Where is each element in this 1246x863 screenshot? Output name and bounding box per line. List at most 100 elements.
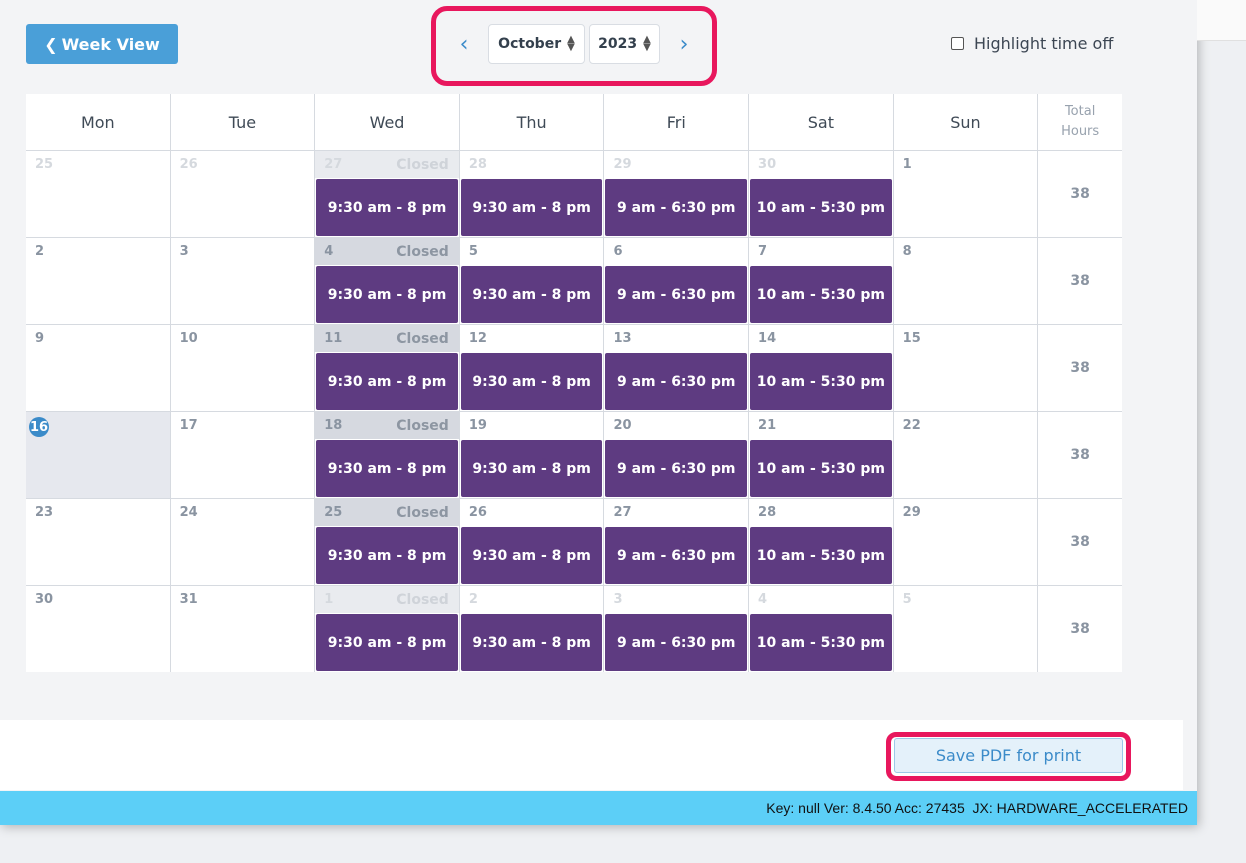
shift-block[interactable]: 9:30 am - 8 pm [316, 614, 458, 671]
total-hours-cell: 38 [1070, 621, 1090, 637]
day-cell[interactable]: Closed 11 9:30 am - 8 pm [315, 325, 460, 411]
day-number: 4 [758, 592, 768, 607]
closed-label: Closed [396, 331, 449, 347]
day-number: 23 [35, 505, 54, 520]
day-cell[interactable]: 20 9 am - 6:30 pm [604, 412, 750, 498]
day-cell[interactable]: 16 [26, 412, 171, 498]
day-cell[interactable]: 27 9 am - 6:30 pm [604, 499, 750, 585]
shift-block[interactable]: 9:30 am - 8 pm [460, 614, 603, 671]
shift-block[interactable]: 9:30 am - 8 pm [316, 353, 458, 410]
shift-block[interactable]: 9:30 am - 8 pm [316, 266, 458, 323]
day-cell[interactable]: 22 [893, 412, 1039, 498]
day-cell[interactable]: Closed 4 9:30 am - 8 pm [315, 238, 460, 324]
day-number: 30 [35, 592, 54, 607]
day-cell[interactable]: 13 9 am - 6:30 pm [604, 325, 750, 411]
day-cell[interactable]: 14 10 am - 5:30 pm [749, 325, 894, 411]
day-cell[interactable]: 21 10 am - 5:30 pm [749, 412, 894, 498]
header-sun: Sun [894, 94, 1039, 150]
closed-label: Closed [396, 418, 449, 434]
highlight-time-off-toggle[interactable]: Highlight time off [951, 34, 1113, 53]
day-cell[interactable]: 24 [170, 499, 316, 585]
month-calendar: Mon Tue Wed Thu Fri Sat Sun Total Hours 2… [26, 94, 1122, 672]
day-cell[interactable]: 5 9:30 am - 8 pm [459, 238, 605, 324]
day-cell[interactable]: 15 [893, 325, 1039, 411]
day-number: 28 [758, 505, 777, 520]
day-cell[interactable]: 19 9:30 am - 8 pm [459, 412, 605, 498]
day-cell[interactable]: 3 9 am - 6:30 pm [604, 586, 750, 672]
day-cell[interactable]: 5 [893, 586, 1039, 672]
day-cell[interactable]: 9 [26, 325, 171, 411]
shift-block[interactable]: 9:30 am - 8 pm [460, 527, 603, 584]
day-number: 28 [468, 157, 487, 172]
day-cell[interactable]: 4 10 am - 5:30 pm [749, 586, 894, 672]
status-bar: Key: null Ver: 8.4.50 Acc: 27435 JX: HAR… [0, 791, 1197, 825]
save-pdf-button[interactable]: Save PDF for print [894, 738, 1123, 773]
week-view-button[interactable]: ❮ Week View [26, 24, 178, 64]
shift-block[interactable]: 9:30 am - 8 pm [460, 266, 603, 323]
day-cell[interactable]: Closed 1 9:30 am - 8 pm [315, 586, 460, 672]
shift-block[interactable]: 10 am - 5:30 pm [750, 266, 892, 323]
next-month-button[interactable]: › [672, 28, 696, 60]
day-cell[interactable]: 29 9 am - 6:30 pm [604, 151, 750, 237]
month-select[interactable]: October ▲ ▼ [488, 24, 585, 64]
shift-block[interactable]: 10 am - 5:30 pm [750, 527, 892, 584]
week-row: 16 17 Closed 18 9:30 am - 8 pm 19 9:30 am - 8 … [26, 412, 1122, 499]
shift-block[interactable]: 10 am - 5:30 pm [750, 179, 892, 236]
day-cell[interactable]: 26 9:30 am - 8 pm [459, 499, 605, 585]
day-cell[interactable]: 25 [26, 151, 171, 237]
shift-block[interactable]: 10 am - 5:30 pm [750, 440, 892, 497]
day-cell[interactable]: 7 10 am - 5:30 pm [749, 238, 894, 324]
shift-block[interactable]: 9:30 am - 8 pm [316, 179, 458, 236]
day-cell[interactable]: 29 [893, 499, 1039, 585]
day-cell[interactable]: 6 9 am - 6:30 pm [604, 238, 750, 324]
day-cell[interactable]: 26 [170, 151, 316, 237]
shift-block[interactable]: 9 am - 6:30 pm [605, 353, 748, 410]
day-cell[interactable]: 17 [170, 412, 316, 498]
shift-block[interactable]: 9 am - 6:30 pm [605, 179, 748, 236]
day-cell[interactable]: 23 [26, 499, 171, 585]
day-cell[interactable]: Closed 25 9:30 am - 8 pm [315, 499, 460, 585]
day-number: 10 [179, 331, 198, 346]
day-cell[interactable]: 28 9:30 am - 8 pm [459, 151, 605, 237]
day-cell[interactable]: 30 10 am - 5:30 pm [749, 151, 894, 237]
shift-block[interactable]: 9:30 am - 8 pm [460, 440, 603, 497]
day-cell[interactable]: 12 9:30 am - 8 pm [459, 325, 605, 411]
shift-block[interactable]: 10 am - 5:30 pm [750, 353, 892, 410]
day-cell[interactable]: Closed 27 9:30 am - 8 pm [315, 151, 460, 237]
total-header-line2: Hours [1061, 124, 1100, 139]
day-cell[interactable]: 10 [170, 325, 316, 411]
day-cell[interactable]: 1 [893, 151, 1039, 237]
day-number: 21 [758, 418, 777, 433]
highlight-time-off-checkbox[interactable] [951, 37, 964, 50]
day-cell[interactable]: 8 [893, 238, 1039, 324]
day-cell[interactable]: Closed 18 9:30 am - 8 pm [315, 412, 460, 498]
day-number: 3 [613, 592, 623, 607]
shift-block[interactable]: 9:30 am - 8 pm [460, 179, 603, 236]
header-tue: Tue [171, 94, 316, 150]
shift-block[interactable]: 9 am - 6:30 pm [605, 440, 748, 497]
shift-block[interactable]: 10 am - 5:30 pm [750, 614, 892, 671]
total-hours-cell: 38 [1070, 360, 1090, 376]
day-cell[interactable]: 30 [26, 586, 171, 672]
shift-block[interactable]: 9 am - 6:30 pm [605, 527, 748, 584]
shift-block[interactable]: 9 am - 6:30 pm [605, 614, 748, 671]
day-number: 15 [902, 331, 921, 346]
day-number: 1 [902, 157, 912, 172]
year-select[interactable]: 2023 ▲ ▼ [589, 24, 660, 64]
day-cell[interactable]: 2 9:30 am - 8 pm [459, 586, 605, 672]
day-cell[interactable]: 28 10 am - 5:30 pm [749, 499, 894, 585]
shift-block[interactable]: 9:30 am - 8 pm [316, 440, 458, 497]
header-mon: Mon [26, 94, 171, 150]
shift-block[interactable]: 9:30 am - 8 pm [316, 527, 458, 584]
shift-block[interactable]: 9 am - 6:30 pm [605, 266, 748, 323]
shift-block[interactable]: 9:30 am - 8 pm [460, 353, 603, 410]
total-hours-cell: 38 [1070, 534, 1090, 550]
day-number: 2 [35, 244, 45, 259]
day-number: 27 [613, 505, 632, 520]
prev-month-button[interactable]: ‹ [452, 28, 476, 60]
day-cell[interactable]: 3 [170, 238, 316, 324]
header-sat: Sat [749, 94, 894, 150]
day-number: 7 [758, 244, 768, 259]
day-cell[interactable]: 2 [26, 238, 171, 324]
day-cell[interactable]: 31 [170, 586, 316, 672]
